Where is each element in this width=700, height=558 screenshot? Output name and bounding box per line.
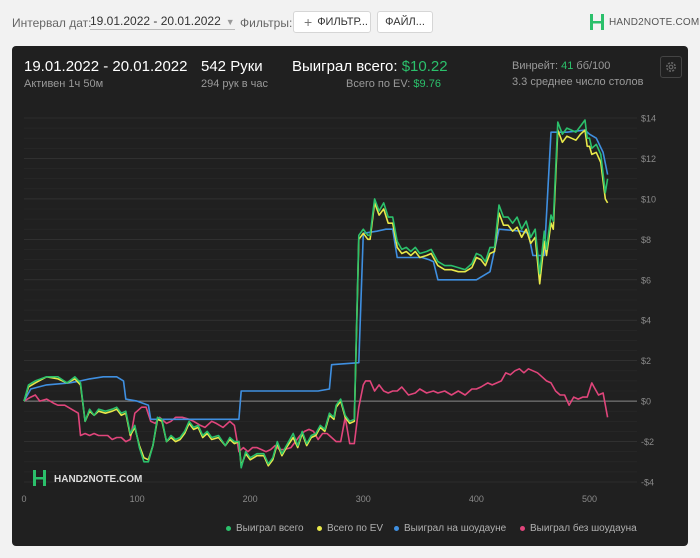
file-button-label: ФАЙЛ... [385, 16, 425, 28]
y-tick-label: $8 [641, 235, 651, 245]
y-tick-label: -$2 [641, 437, 654, 447]
y-tick-label: $0 [641, 397, 651, 407]
x-tick-label: 200 [243, 494, 258, 504]
y-tick-label: $6 [641, 275, 651, 285]
legend-item-non-showdown: Выиграл без шоудауна [520, 523, 637, 534]
legend-dot-non-showdown [520, 526, 525, 531]
y-tick-label: -$4 [641, 478, 654, 488]
graph-panel: 19.01.2022 - 20.01.2022 Активен 1ч 50м 5… [12, 46, 688, 546]
add-filter-button-label: ФИЛЬТР... [317, 16, 368, 28]
series-line-showdown [23, 129, 609, 421]
legend-dot-ev [317, 526, 322, 531]
watermark-text: HAND2NOTE.COM [54, 474, 142, 485]
y-tick-label: $12 [641, 154, 656, 164]
file-button[interactable]: ФАЙЛ... [377, 11, 433, 33]
logo-icon [590, 14, 604, 30]
legend-label-non-showdown: Выиграл без шоудауна [530, 523, 637, 534]
y-tick-label: $10 [641, 194, 656, 204]
top-toolbar: Интервал дат: 19.01.2022 - 20.01.2022 ▼ Ф… [0, 0, 700, 44]
watermark-logo-mark [33, 470, 36, 486]
x-tick-label: 0 [21, 494, 26, 504]
series-line-ev [23, 129, 609, 467]
x-tick-label: 100 [130, 494, 145, 504]
watermark-logo [33, 470, 46, 486]
legend-dot-showdown [394, 526, 399, 531]
app-logo: HAND2NOTE.COM [589, 13, 699, 31]
series-line-non-showdown [23, 368, 609, 453]
chevron-down-icon: ▼ [225, 17, 235, 27]
x-tick-label: 400 [469, 494, 484, 504]
chart: $14 $12 $10 $8 $6 $4 $2 $0 -$2 -$4 0 100 200 300 400 50… [21, 114, 656, 505]
logo-text: HAND2NOTE.COM [609, 16, 700, 28]
series-line-total [23, 119, 609, 469]
legend-label-showdown: Выиграл на шоудауне [404, 523, 507, 534]
y-tick-label: $4 [641, 316, 651, 326]
date-range-select[interactable]: 19.01.2022 - 20.01.2022 ▼ [90, 14, 235, 30]
add-filter-button[interactable]: + ФИЛЬТР... [293, 11, 371, 33]
legend-item-showdown: Выиграл на шоудауне [394, 523, 506, 534]
legend-item-total: Выиграл всего [226, 523, 304, 534]
y-tick-label: $2 [641, 356, 651, 366]
y-tick-label: $14 [641, 114, 656, 124]
plus-icon: + [304, 14, 313, 30]
watermark-logo-mark [36, 477, 43, 480]
x-tick-label: 300 [356, 494, 371, 504]
x-tick-label: 500 [582, 494, 597, 504]
watermark-logo-mark [43, 470, 46, 486]
legend-label-ev: Всего по EV [327, 523, 384, 534]
filters-label: Фильтры: [240, 16, 293, 30]
date-range-value: 19.01.2022 - 20.01.2022 [90, 14, 221, 28]
date-range-label: Интервал дат: [12, 16, 92, 30]
legend-item-ev: Всего по EV [317, 523, 383, 534]
legend-dot-total [226, 526, 231, 531]
legend-label-total: Выиграл всего [236, 523, 304, 534]
